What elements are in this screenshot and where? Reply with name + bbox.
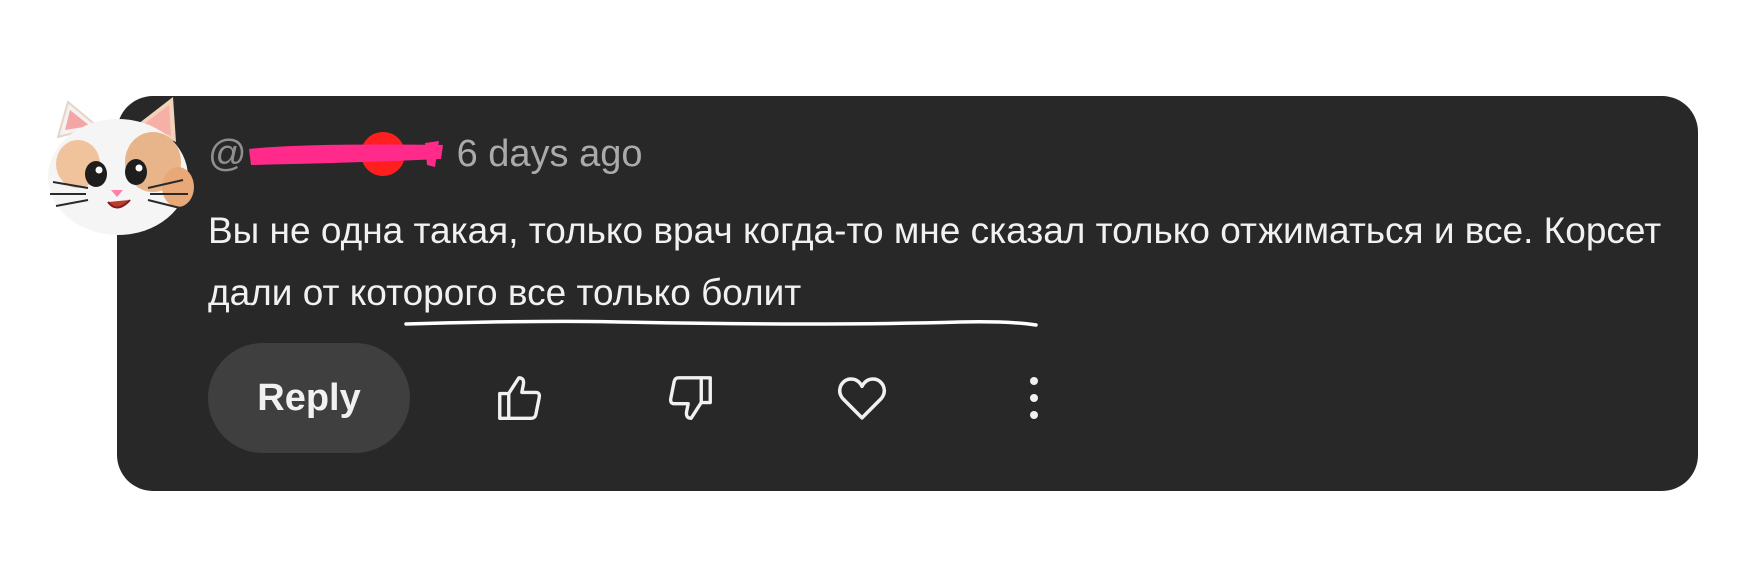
handdrawn-underline <box>404 319 1038 327</box>
comment-timestamp[interactable]: 6 days ago <box>457 133 643 176</box>
heart-icon <box>837 377 887 420</box>
comment-actions: Reply <box>208 342 410 454</box>
comment-text: Вы не одна такая, только врач когда-то м… <box>208 210 1662 313</box>
thumbs-up-icon <box>498 376 542 420</box>
comment-screenshot: @ 6 days ago Вы не одна такая, только вр… <box>0 0 1744 567</box>
cat-avatar-icon <box>48 97 194 235</box>
dislike-button[interactable] <box>662 370 718 426</box>
reply-button[interactable]: Reply <box>208 343 410 453</box>
like-button[interactable] <box>492 370 548 426</box>
more-vertical-icon <box>1030 377 1038 419</box>
more-options-button[interactable] <box>1006 370 1062 426</box>
author-redaction <box>245 129 445 179</box>
comment-header: @ 6 days ago <box>208 126 643 182</box>
avatar[interactable] <box>38 92 198 252</box>
thumbs-down-icon <box>668 376 712 420</box>
author-at-sign[interactable]: @ <box>208 133 247 176</box>
heart-button[interactable] <box>834 370 890 426</box>
